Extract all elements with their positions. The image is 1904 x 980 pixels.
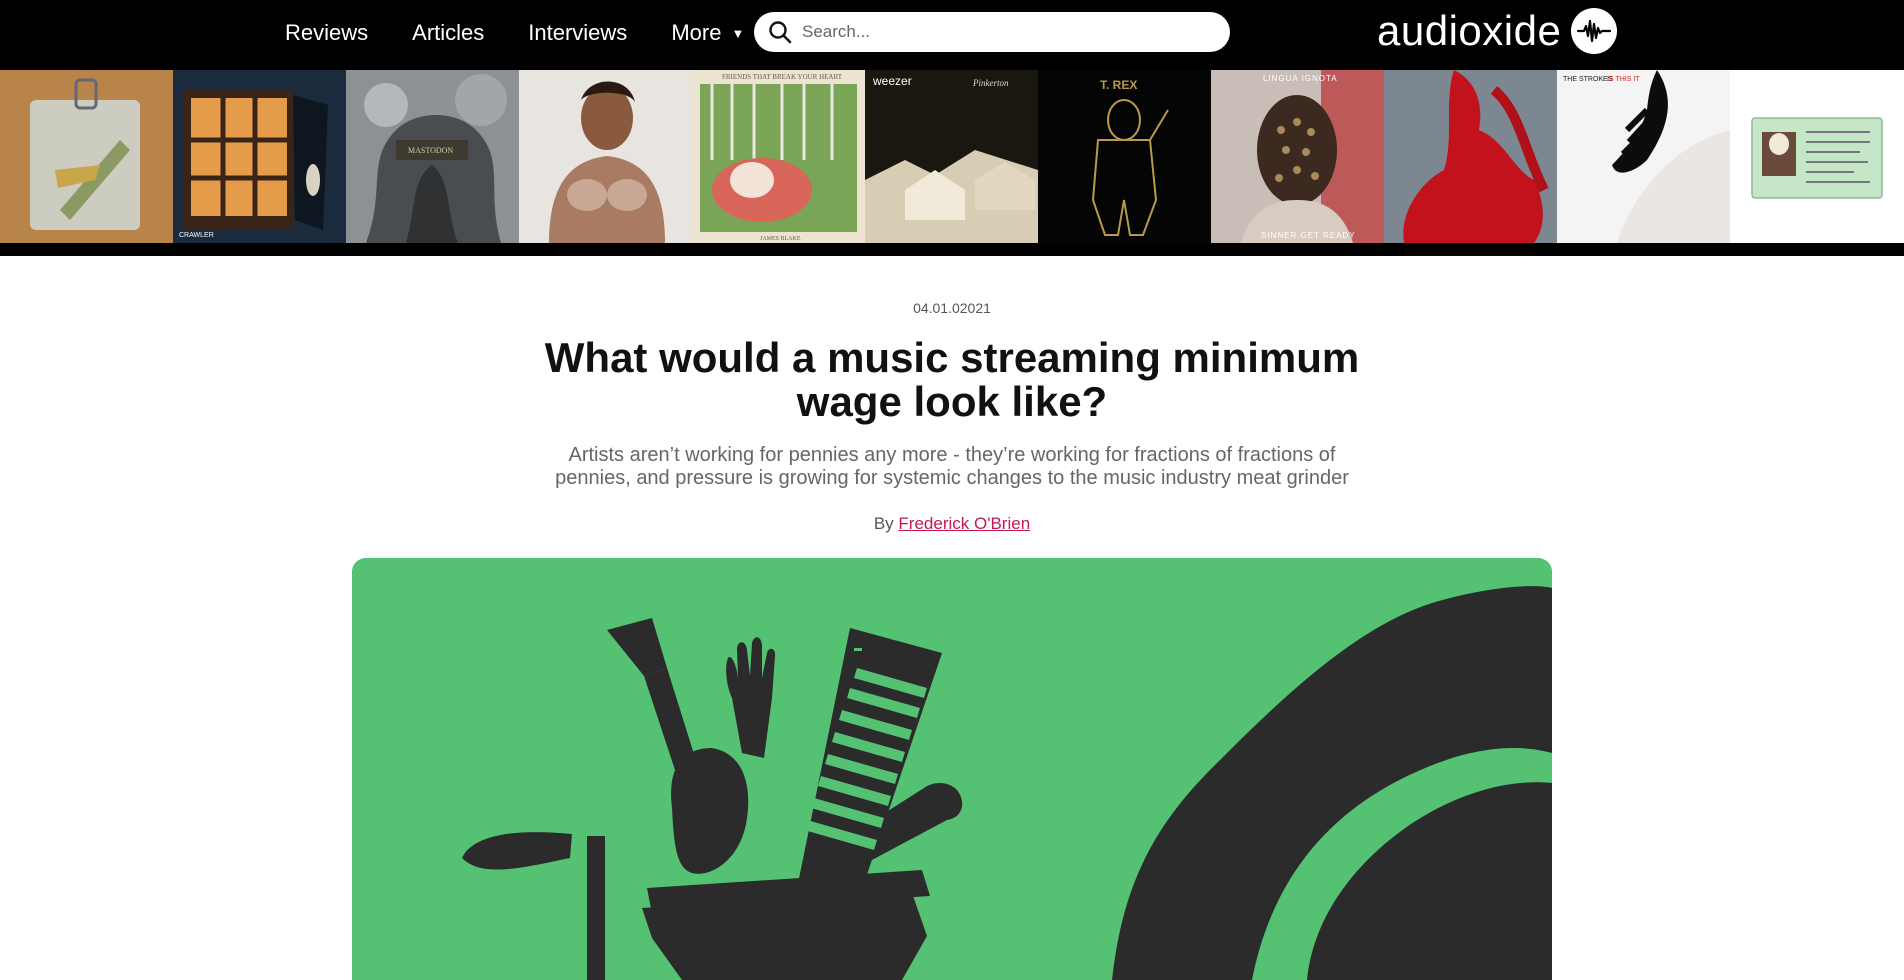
article-title: What would a music streaming minimum wag… (544, 334, 1360, 425)
cover-caption: weezer (873, 74, 912, 88)
cover-strip-border (0, 243, 1904, 256)
album-cover-weezer[interactable]: weezer Pinkerton (865, 70, 1038, 243)
album-cover-friends-that-break-your-heart[interactable]: FRIENDS THAT BREAK YOUR HEART JAMES BLAK… (692, 70, 865, 243)
article-byline: By Frederick O'Brien (0, 514, 1904, 534)
nav-articles-label: Articles (412, 20, 485, 45)
album-cover-red-figure[interactable] (1384, 70, 1557, 243)
article-subtitle: Artists aren’t working for pennies any m… (555, 444, 1349, 489)
top-navigation-bar: Reviews Articles Interviews More ▼ audiox… (0, 0, 1904, 70)
main-nav: Reviews Articles Interviews More ▼ (285, 0, 788, 66)
nav-articles[interactable]: Articles (412, 20, 484, 46)
album-cover-bag[interactable] (0, 70, 173, 243)
cover-caption: MASTODON (408, 146, 454, 155)
cover-caption: CRAWLER (179, 232, 214, 239)
nav-reviews[interactable]: Reviews (285, 20, 368, 46)
nav-reviews-label: Reviews (285, 20, 369, 45)
cover-caption: T. REX (1100, 78, 1138, 92)
album-cover-strip: CRAWLER MASTODON FRIENDS THAT BREAK YOUR… (0, 70, 1904, 243)
byline-prefix: By (873, 514, 894, 533)
search-icon (769, 21, 792, 44)
album-cover-mastodon[interactable]: MASTODON (346, 70, 519, 243)
article-date: 04.01.02021 (913, 300, 991, 316)
cover-artist: JAMES BLAKE (760, 236, 801, 242)
waveform-logo-icon (1571, 8, 1618, 54)
nav-more-dropdown[interactable]: More ▼ (671, 20, 744, 46)
album-cover-portrait[interactable] (519, 70, 692, 243)
article-hero-image (352, 558, 1552, 980)
album-cover-lingua-ignota[interactable]: LINGUA IGNOTA SINNER GET READY (1211, 70, 1384, 243)
cover-title: IS THIS IT (1607, 76, 1640, 83)
album-cover-call-me-if-you-get-lost[interactable] (1730, 70, 1903, 243)
nav-more-label: More (671, 20, 722, 45)
cover-caption: LINGUA IGNOTA (1263, 74, 1338, 83)
author-link[interactable]: Frederick O'Brien (898, 514, 1030, 533)
album-cover-the-strokes[interactable]: THE STROKES IS THIS IT (1557, 70, 1730, 243)
site-brand[interactable]: audioxide (1377, 6, 1618, 56)
cover-caption: FRIENDS THAT BREAK YOUR HEART (722, 73, 843, 81)
cover-title: Pinkerton (973, 78, 1009, 88)
search-input[interactable] (800, 21, 1204, 43)
nav-interviews[interactable]: Interviews (528, 20, 627, 46)
cover-caption: THE STROKES (1563, 76, 1613, 83)
search-box[interactable] (754, 12, 1230, 52)
album-cover-crawler[interactable]: CRAWLER (173, 70, 346, 243)
nav-interviews-label: Interviews (528, 20, 628, 45)
site-logo-text: audioxide (1377, 7, 1562, 54)
caret-down-icon: ▼ (731, 25, 745, 41)
album-cover-t-rex[interactable]: T. REX (1038, 70, 1211, 243)
cover-title: SINNER GET READY (1261, 231, 1356, 240)
